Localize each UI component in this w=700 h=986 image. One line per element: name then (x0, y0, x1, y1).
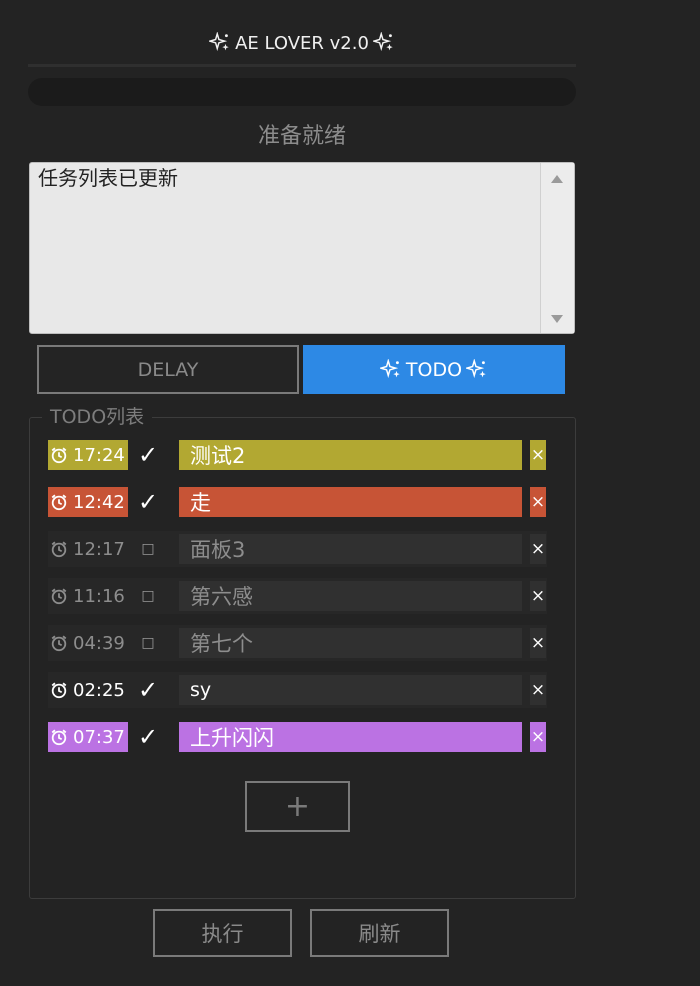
todo-time-text: 07:37 (73, 726, 125, 748)
todo-checkbox[interactable]: ✓ (136, 487, 160, 517)
run-button[interactable]: 执行 (153, 909, 292, 957)
alarm-clock-icon (50, 634, 68, 652)
delete-todo-button[interactable]: × (530, 722, 546, 752)
scroll-down-arrow-icon[interactable] (551, 315, 563, 323)
todo-mode-button[interactable]: TODO (303, 345, 565, 394)
delay-mode-button[interactable]: DELAY (37, 345, 299, 394)
alarm-clock-icon (50, 681, 68, 699)
progress-bar (28, 78, 576, 106)
todo-label[interactable]: 上升闪闪 (179, 722, 522, 752)
todo-mode-label: TODO (405, 358, 463, 381)
todo-item[interactable]: 07:37 ✓ 上升闪闪 × (48, 719, 547, 755)
todo-time[interactable]: 02:25 (48, 675, 128, 705)
todo-label[interactable]: 第六感 (179, 581, 522, 611)
todo-label[interactable]: sy (179, 675, 522, 705)
todo-time-text: 17:24 (73, 444, 125, 466)
status-text: 准备就绪 (257, 124, 346, 149)
delete-todo-button[interactable]: × (530, 581, 546, 611)
todo-checkbox[interactable]: ✓ (136, 675, 160, 705)
add-todo-button[interactable]: + (245, 781, 350, 832)
todo-item[interactable]: 11:16 □ 第六感 × (48, 578, 547, 614)
todo-time[interactable]: 17:24 (48, 440, 128, 470)
todo-time-text: 12:17 (73, 538, 125, 560)
delay-mode-label: DELAY (137, 358, 199, 381)
delete-todo-button[interactable]: × (530, 628, 546, 658)
title-divider (28, 64, 576, 67)
todo-time-text: 04:39 (73, 632, 125, 654)
run-button-label: 执行 (201, 922, 244, 946)
log-text: 任务列表已更新 (38, 166, 178, 190)
todo-checkbox[interactable]: □ (136, 581, 160, 611)
todo-checkbox[interactable]: □ (136, 534, 160, 564)
todo-time[interactable]: 12:17 (48, 534, 128, 564)
todo-time-text: 12:42 (73, 491, 125, 513)
todo-time[interactable]: 07:37 (48, 722, 128, 752)
alarm-clock-icon (50, 540, 68, 558)
refresh-button-label: 刷新 (358, 922, 401, 946)
delete-todo-button[interactable]: × (530, 440, 546, 470)
sparkle-icon (209, 32, 231, 54)
app-title: AE LOVER v2.0 (28, 26, 576, 60)
todo-label[interactable]: 走 (179, 487, 522, 517)
delete-todo-button[interactable]: × (530, 487, 546, 517)
scroll-up-arrow-icon[interactable] (551, 175, 563, 183)
todo-item[interactable]: 02:25 ✓ sy × (48, 672, 547, 708)
todo-checkbox[interactable]: ✓ (136, 440, 160, 470)
delete-todo-button[interactable]: × (530, 534, 546, 564)
todo-checkbox[interactable]: ✓ (136, 722, 160, 752)
alarm-clock-icon (50, 493, 68, 511)
todo-time[interactable]: 04:39 (48, 628, 128, 658)
todo-item[interactable]: 12:42 ✓ 走 × (48, 484, 547, 520)
todo-label[interactable]: 面板3 (179, 534, 522, 564)
todo-time[interactable]: 11:16 (48, 581, 128, 611)
sparkle-icon (379, 358, 402, 381)
app-title-text: AE LOVER v2.0 (235, 32, 369, 54)
todo-item[interactable]: 12:17 □ 面板3 × (48, 531, 547, 567)
todo-checkbox[interactable]: □ (136, 628, 160, 658)
todo-label[interactable]: 第七个 (179, 628, 522, 658)
log-scrollbar[interactable] (540, 163, 574, 333)
todo-item[interactable]: 17:24 ✓ 测试2 × (48, 437, 547, 473)
todo-time[interactable]: 12:42 (48, 487, 128, 517)
refresh-button[interactable]: 刷新 (310, 909, 449, 957)
delete-todo-button[interactable]: × (530, 675, 546, 705)
todo-item[interactable]: 04:39 □ 第七个 × (48, 625, 547, 661)
alarm-clock-icon (50, 728, 68, 746)
alarm-clock-icon (50, 587, 68, 605)
sparkle-icon (372, 32, 395, 54)
todo-time-text: 02:25 (73, 679, 125, 701)
todo-list-legend: TODO列表 (42, 403, 153, 431)
todo-label[interactable]: 测试2 (179, 440, 522, 470)
alarm-clock-icon (50, 446, 68, 464)
todo-time-text: 11:16 (73, 585, 125, 607)
add-icon: + (284, 789, 311, 824)
log-textarea[interactable]: 任务列表已更新 (29, 162, 575, 334)
sparkle-icon (466, 358, 488, 381)
